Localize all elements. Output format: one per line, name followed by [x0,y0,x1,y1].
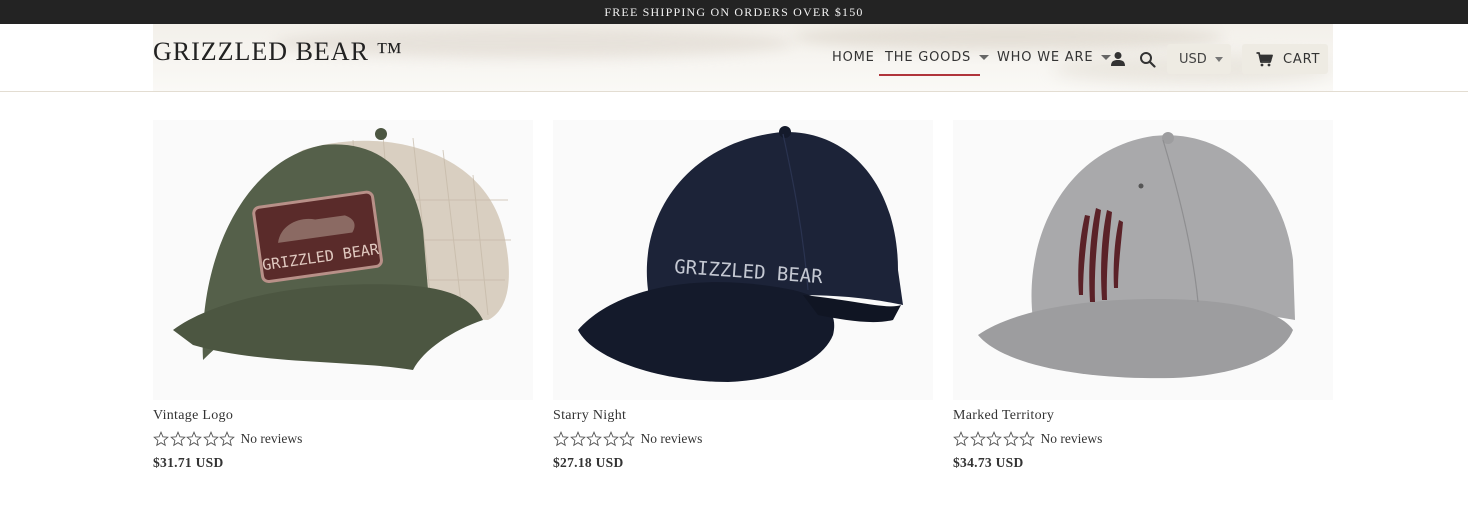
star-icon [169,431,186,447]
product-title[interactable]: Vintage Logo [153,408,533,424]
product-card-vintage-logo[interactable]: GRIZZLED BEAR Vintage Logo No reviews $3… [153,120,533,471]
product-image[interactable]: GRIZZLED BEAR [553,120,933,400]
product-image[interactable]: GRIZZLED BEAR [153,120,533,400]
nav-the-goods[interactable]: THE GOODS [885,50,990,65]
product-price: $27.18 USD [553,455,624,470]
star-icon [202,431,219,447]
star-icon [586,431,602,447]
star-icon [219,431,235,447]
brand-logo[interactable]: GRIZZLED BEAR ™ [153,37,403,67]
cart-button[interactable]: CART [1242,44,1328,74]
star-rating [153,431,236,447]
currency-select[interactable]: USD [1167,44,1231,74]
currency-value: USD [1179,51,1207,67]
star-icon [553,431,569,447]
nav-home[interactable]: HOME [832,50,875,65]
product-price: $31.71 USD [153,455,224,470]
product-card-marked-territory[interactable]: Marked Territory No reviews $34.73 USD [953,120,1333,471]
product-reviews: No reviews [553,431,933,447]
reviews-text: No reviews [1040,431,1103,446]
product-card-starry-night[interactable]: GRIZZLED BEAR Starry Night No reviews $2… [553,120,933,471]
star-icon [986,431,1002,447]
nav-home-label: HOME [832,50,875,65]
product-title[interactable]: Starry Night [553,408,933,424]
search-icon[interactable] [1138,50,1156,68]
account-icon[interactable] [1109,50,1127,68]
nav-the-goods-label: THE GOODS [885,50,972,65]
product-reviews: No reviews [953,431,1333,447]
star-icon [953,431,969,447]
star-rating [953,431,1036,447]
reviews-text: No reviews [240,431,303,446]
active-nav-underline [879,74,980,76]
product-title[interactable]: Marked Territory [953,408,1333,424]
star-icon [1019,431,1035,447]
chevron-down-icon [979,55,990,60]
nav-who-we-are[interactable]: WHO WE ARE [997,50,1112,65]
promo-text: FREE SHIPPING ON ORDERS OVER $150 [604,4,864,19]
star-icon [619,431,635,447]
chevron-down-icon [1214,56,1223,62]
product-reviews: No reviews [153,431,533,447]
promo-bar: FREE SHIPPING ON ORDERS OVER $150 [0,0,1468,24]
nav-who-we-are-label: WHO WE ARE [997,50,1094,65]
cart-icon [1256,51,1273,66]
star-icon [569,431,586,447]
cart-label: CART [1283,51,1321,67]
reviews-text: No reviews [640,431,703,446]
star-icon [602,431,619,447]
star-icon [1002,431,1019,447]
star-icon [186,431,202,447]
star-icon [969,431,986,447]
product-image[interactable] [953,120,1333,400]
product-price: $34.73 USD [953,455,1024,470]
star-rating [553,431,636,447]
star-icon [153,431,169,447]
